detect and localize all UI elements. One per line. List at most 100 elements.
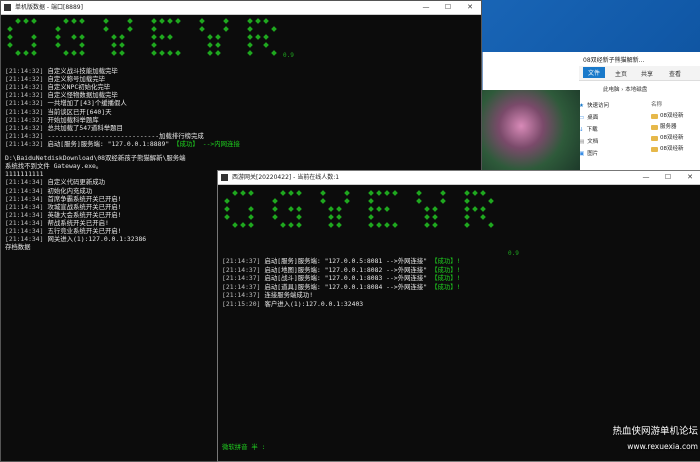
address-text: 此电脑 › 本地磁盘 xyxy=(603,87,648,93)
list-item[interactable]: 08双经新 xyxy=(651,133,700,144)
minimize-button[interactable]: — xyxy=(635,171,657,184)
console-titlebar[interactable]: 西游网关[20220422] - 当前在线人数:1 — ☐ ✕ xyxy=(218,171,700,185)
close-button[interactable]: ✕ xyxy=(459,1,481,14)
logo-dot xyxy=(296,222,302,228)
logo-dot xyxy=(392,190,398,196)
log-text: [21:14:34] xyxy=(5,202,44,211)
log-line: [21:14:32] 一共增加了[43]个缓播假人 xyxy=(5,99,127,107)
log-text: [21:15:20] xyxy=(222,300,261,308)
folder-icon xyxy=(651,114,658,119)
folder-icon xyxy=(651,136,658,141)
logo-dot xyxy=(263,42,269,48)
log-text: 启动[服务]服务端: "127.0.0.5:8081 -->外网连接" xyxy=(264,257,428,265)
logo-dot xyxy=(464,214,470,220)
logo-dot xyxy=(151,26,157,32)
log-line: [21:14:32] 总共加载了547道科举题目 xyxy=(5,124,123,132)
logo-dot xyxy=(271,50,277,56)
log-text: [21:14:34] xyxy=(5,186,44,195)
logo-dot xyxy=(215,50,221,56)
nav-item-documents[interactable]: ▤ 文档 xyxy=(579,136,649,148)
logo-dot xyxy=(175,50,181,56)
log-text: 系统找不到文件 Gateway.exe。 xyxy=(5,161,103,170)
log-text: [21:14:32] xyxy=(5,83,44,92)
logo-dot xyxy=(288,206,294,212)
nav-item-pictures[interactable]: ▣ 图片 xyxy=(579,148,649,160)
logo-dot xyxy=(167,18,173,24)
logo-glyph xyxy=(223,189,257,231)
logo-dot xyxy=(440,198,446,204)
console-titlebar[interactable]: 单机版数据 - 端口[8889] — ☐ ✕ xyxy=(1,1,481,15)
logo-dot xyxy=(248,190,254,196)
log-text: [21:14:37] xyxy=(222,257,261,265)
log-text: [21:14:32] xyxy=(5,107,44,116)
list-item[interactable]: 08双经新 xyxy=(651,144,700,155)
log-text: [21:14:34] xyxy=(5,194,44,203)
logo-dot xyxy=(23,50,29,56)
logo-dot xyxy=(368,214,374,220)
logo-dot xyxy=(247,42,253,48)
logo-dot xyxy=(63,18,69,24)
column-header-name[interactable]: 名称 xyxy=(651,100,700,111)
logo-dot xyxy=(103,26,109,32)
logo-dot xyxy=(224,206,230,212)
logo-dot xyxy=(464,190,470,196)
address-bar[interactable]: 此电脑 › 本地磁盘 xyxy=(579,82,700,94)
tab-file[interactable]: 文件 xyxy=(583,67,606,78)
status-success: 【成功】! xyxy=(431,265,461,274)
logo-dot xyxy=(159,34,165,40)
log-text: [21:14:34] xyxy=(5,178,44,187)
log-text: [21:14:32] xyxy=(5,75,44,84)
logo-dot xyxy=(328,214,334,220)
nav-item-desktop[interactable]: ▭ 桌面 xyxy=(579,112,649,124)
window-title: 西游网关[20220422] - 当前在线人数:1 xyxy=(232,174,340,181)
logo-dot xyxy=(384,222,390,228)
tab-home[interactable]: 主页 xyxy=(615,69,627,78)
gateway-console-window[interactable]: 西游网关[20220422] - 当前在线人数:1 — ☐ ✕ 0.9 [21:… xyxy=(217,170,700,462)
tab-share[interactable]: 共享 xyxy=(641,69,653,78)
explorer-titlebar[interactable]: 08双经新子熊猫解新... xyxy=(483,52,700,66)
log-text: [21:14:34] xyxy=(5,235,44,244)
log-text: 一共增加了[43]个缓播假人 xyxy=(47,99,127,108)
log-text: 总共加载了547道科举题目 xyxy=(47,123,123,132)
maximize-button[interactable]: ☐ xyxy=(657,171,679,184)
log-text: 自定义称号加载完毕 xyxy=(47,75,105,84)
close-button[interactable]: ✕ xyxy=(679,171,700,184)
list-item[interactable]: 08双经新 xyxy=(651,111,700,122)
logo-dot xyxy=(232,190,238,196)
game-thumbnail-image xyxy=(482,90,580,170)
logo-dot xyxy=(336,222,342,228)
tab-view[interactable]: 查看 xyxy=(669,69,681,78)
logo-dot xyxy=(23,18,29,24)
log-text: 自定义代码更新成功 xyxy=(47,178,105,187)
logo-dot xyxy=(464,198,470,204)
nav-item-downloads[interactable]: ↓ 下载 xyxy=(579,124,649,136)
maximize-button[interactable]: ☐ xyxy=(437,1,459,14)
logo-dot xyxy=(336,206,342,212)
log-text: 启动[战斗]服务端: "127.0.0.1:8083 -->外网连接" xyxy=(264,274,428,283)
logo-dot xyxy=(255,18,261,24)
logo-dot xyxy=(464,222,470,228)
file-list: 名称 08双经新 服务器 08双经新 08双经新 xyxy=(651,100,700,155)
version-label: 0.9 xyxy=(508,250,519,257)
minimize-button[interactable]: — xyxy=(415,1,437,14)
logo-dot xyxy=(31,34,37,40)
logo-dot xyxy=(79,34,85,40)
log-text: [21:14:37] xyxy=(222,274,261,283)
logo-dot xyxy=(296,206,302,212)
log-text: 启动[服务]服务端: "127.0.0.1:8889" xyxy=(47,139,170,148)
logo-dot xyxy=(71,34,77,40)
explorer-ribbon: 文件 主页 共享 查看 xyxy=(579,66,700,81)
log-line: [21:14:37] 启动[道具]服务端: "127.0.0.1:8084 -->… xyxy=(222,283,461,291)
explorer-title: 08双经新子熊猫解新... xyxy=(583,57,645,64)
log-line: [21:14:32] 开始加载科举题库 xyxy=(5,116,99,124)
logo-dot xyxy=(151,42,157,48)
log-line: 存档数据 xyxy=(5,243,31,251)
watermark-url: www.rexuexia.com xyxy=(627,442,698,451)
logo-dot xyxy=(175,18,181,24)
nav-item-quick-access[interactable]: ★ 快速访问 xyxy=(579,100,649,112)
logo-dot xyxy=(416,198,422,204)
logo-glyph xyxy=(54,17,88,59)
logo-dot xyxy=(224,198,230,204)
logo-dot xyxy=(119,42,125,48)
list-item[interactable]: 服务器 xyxy=(651,122,700,133)
